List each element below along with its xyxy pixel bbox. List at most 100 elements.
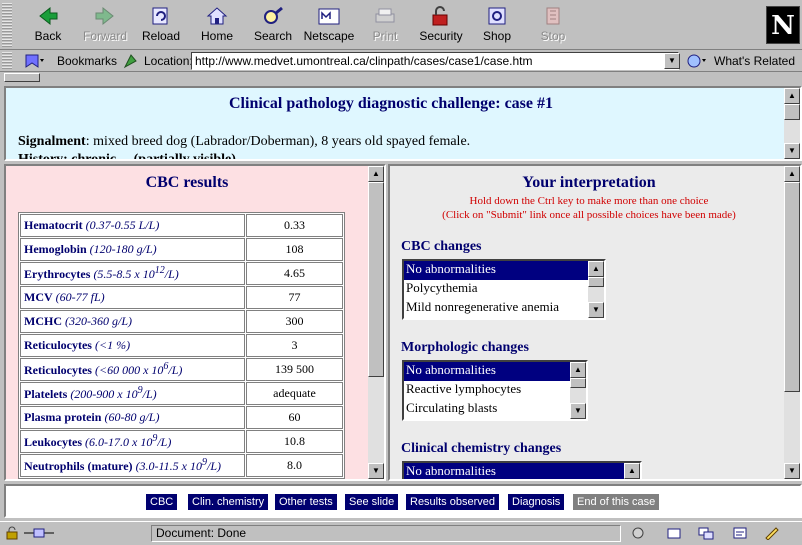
table-row: Leukocytes (6.0-17.0 x 109/L) 10.8 [20,430,343,453]
arrow-up-icon: ▲ [372,169,380,178]
scroll-thumb[interactable] [570,378,586,388]
discussion-component-icon[interactable] [698,526,714,540]
morphologic-changes-label: Morphologic changes [401,340,529,355]
navigation-toolbar: Back Forward Reload Home Search Netscape… [0,0,802,50]
collapsed-toolbar-tab[interactable] [4,73,40,82]
table-row: Platelets (200-900 x 109/L) adequate [20,382,343,405]
home-button[interactable]: Home [189,5,245,47]
interpretation-scrollbar[interactable]: ▲ ▼ [784,166,800,479]
cbc-scrollbar[interactable]: ▲ ▼ [368,166,384,479]
security-button[interactable]: Security [413,5,469,47]
print-button[interactable]: Print [357,5,413,47]
interpretation-frame: Your interpretation Hold down the Ctrl k… [388,164,802,481]
header-scrollbar[interactable]: ▲ ▼ [784,88,800,159]
arrow-up-icon: ▲ [628,466,636,475]
netscape-logo[interactable]: N [766,6,800,44]
scroll-down-button[interactable]: ▼ [784,463,800,479]
scroll-up-button[interactable]: ▲ [784,166,800,182]
whats-related-icon[interactable] [686,53,710,69]
list-option[interactable]: No abnormalities [404,362,586,381]
scroll-thumb[interactable] [784,104,800,120]
status-text: Document: Done [151,525,621,542]
scroll-down-button[interactable]: ▼ [588,302,604,318]
toolbar-grip[interactable] [2,3,12,47]
search-button[interactable]: Search [245,5,301,47]
table-row: Erythrocytes (5.5-8.5 x 1012/L) 4.65 [20,262,343,285]
url-input[interactable]: http://www.medvet.umontreal.ca/clinpath/… [191,52,679,70]
security-lock-icon[interactable] [4,526,20,540]
list-option[interactable]: Reactive lymphocytes [404,381,586,400]
cbc-results-frame: CBC results Hematocrit (0.37-0.55 L/L) 0.… [4,164,386,481]
case-header-frame: Clinical pathology diagnostic challenge:… [4,86,802,161]
nav-results-observed-button[interactable]: Results observed [406,494,499,510]
list-option[interactable]: No abnormalities [404,463,640,479]
scroll-up-button[interactable]: ▲ [784,88,800,104]
reload-button[interactable]: Reload [133,5,189,47]
bookmarks-icon[interactable] [24,53,48,69]
table-row: Reticulocytes (<1 %) 3 [20,334,343,357]
scroll-thumb[interactable] [368,182,384,377]
list-option[interactable]: Mild nonregenerative anemia [404,299,604,318]
back-arrow-icon [39,6,58,26]
stop-button[interactable]: Stop [525,5,581,47]
scroll-down-button[interactable]: ▼ [784,143,800,159]
nav-other-tests-button[interactable]: Other tests [275,494,337,510]
listbox-scrollbar[interactable]: ▲ [624,463,640,479]
table-row: Neutrophils (mature) (3.0-11.5 x 109/L) 8… [20,454,343,477]
table-row: Hemoglobin (120-180 g/L) 108 [20,238,343,261]
nav-clin-chemistry-button[interactable]: Clin. chemistry [188,494,269,510]
back-button[interactable]: Back [20,5,76,47]
list-option[interactable]: Circulating blasts [404,400,586,419]
url-dropdown-button[interactable]: ▼ [664,53,680,69]
scroll-down-button[interactable]: ▼ [570,403,586,419]
table-row: Plasma protein (60-80 g/L) 60 [20,406,343,429]
clinical-chemistry-changes-label: Clinical chemistry changes [401,441,562,456]
status-bar: Document: Done [0,521,802,545]
shop-button[interactable]: Shop [469,5,525,47]
bookmarks-label[interactable]: Bookmarks [57,54,117,68]
table-row: MCHC (320-360 g/L) 300 [20,310,343,333]
case-navigation-bar: CBC Clin. chemistry Other tests See slid… [4,484,802,518]
netscape-button[interactable]: Netscape [301,5,357,47]
forward-button[interactable]: Forward [77,5,133,47]
scroll-up-button[interactable]: ▲ [570,362,586,378]
morphologic-changes-listbox[interactable]: No abnormalities Reactive lymphocytes Ci… [402,360,588,421]
nav-cbc-button[interactable]: CBC [146,494,178,510]
history-text: History: chronic ... (partially visible) [18,152,236,161]
table-row: MCV (60-77 fL) 77 [20,286,343,309]
cbc-changes-listbox[interactable]: No abnormalities Polycythemia Mild nonre… [402,259,606,320]
scroll-thumb[interactable] [588,277,604,287]
stop-icon [546,7,560,25]
scroll-down-button[interactable]: ▼ [368,463,384,479]
arrow-down-icon: ▼ [592,305,600,314]
toolbar-tab-strip [0,72,802,84]
listbox-scrollbar[interactable]: ▲ ▼ [588,261,604,318]
scroll-up-button[interactable]: ▲ [624,463,640,479]
edit-pen-icon[interactable] [764,526,780,540]
forward-arrow-icon [95,6,114,26]
reload-icon [152,7,168,25]
mailbox-component-icon[interactable] [666,526,682,540]
arrow-up-icon: ▲ [574,365,582,374]
ctrl-instruction: Hold down the Ctrl key to make more than… [469,195,709,207]
nav-see-slide-button[interactable]: See slide [345,494,399,510]
clinical-chemistry-listbox[interactable]: No abnormalities ▲ [402,461,642,479]
locationbar-grip[interactable] [2,52,12,70]
location-label: Location: [144,54,193,68]
nav-end-of-case-button[interactable]: End of this case [573,494,660,510]
composer-component-icon[interactable] [732,526,748,540]
list-option[interactable]: No abnormalities [404,261,604,280]
scroll-thumb[interactable] [784,182,800,392]
whats-related-label[interactable]: What's Related [714,54,795,68]
scroll-up-button[interactable]: ▲ [368,166,384,182]
shop-icon [488,7,506,25]
location-pin-icon[interactable] [122,53,140,69]
scroll-up-button[interactable]: ▲ [588,261,604,277]
arrow-down-icon: ▼ [372,466,380,475]
listbox-scrollbar[interactable]: ▲ ▼ [570,362,586,419]
nav-diagnosis-button[interactable]: Diagnosis [508,494,565,510]
list-option[interactable]: Polycythemia [404,280,604,299]
navigator-component-icon[interactable] [630,526,646,540]
connection-icon [24,528,54,538]
arrow-up-icon: ▲ [592,264,600,273]
